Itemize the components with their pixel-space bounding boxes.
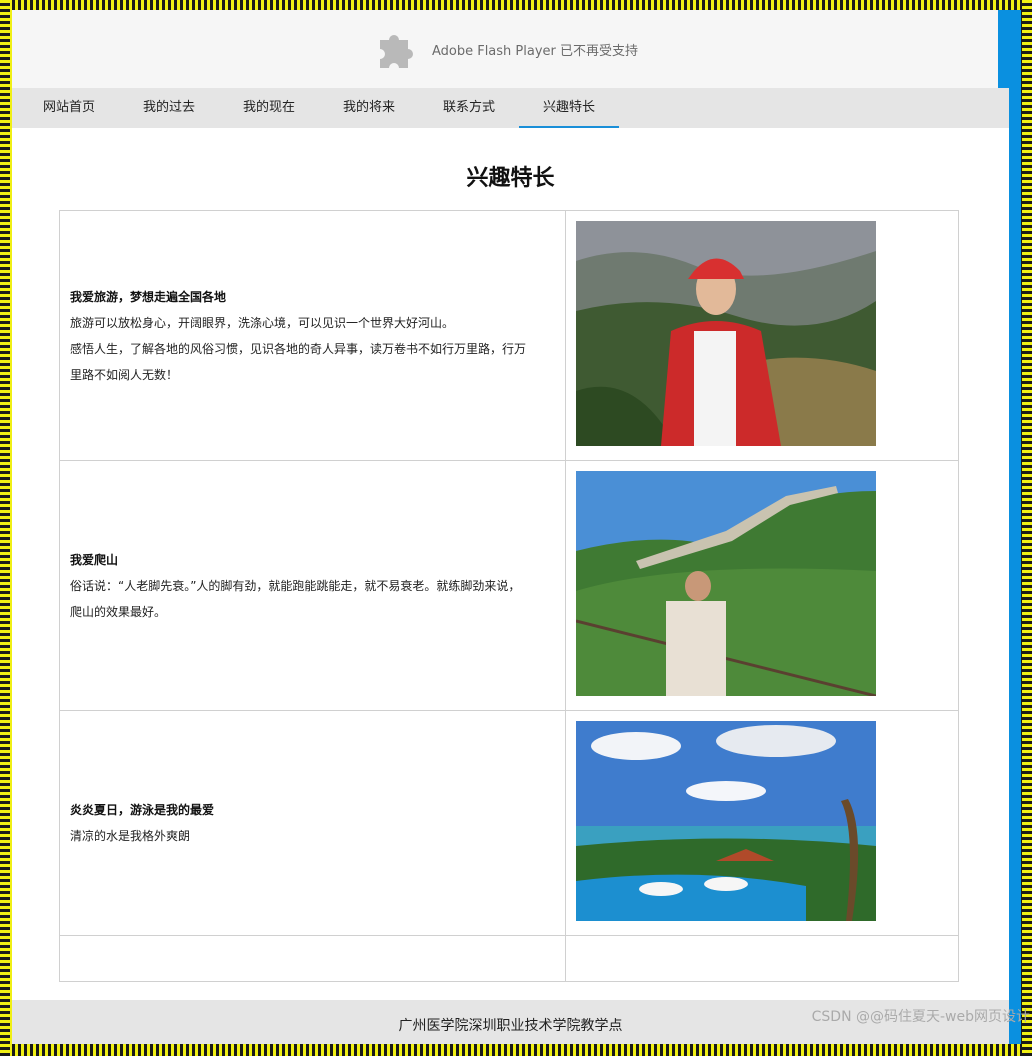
mountain-photo: [575, 221, 876, 446]
side-accent-bar-top: [998, 10, 1010, 88]
hobby-text-cell: 我爱旅游，梦想走遍全国各地 旅游可以放松身心，开阔眼界，洗涤心境，可以见识一个世…: [59, 210, 566, 461]
page-border-left: [0, 0, 10, 1056]
main-nav: 网站首页 我的过去 我的现在 我的将来 联系方式 兴趣特长: [12, 88, 1009, 128]
nav-item-contact[interactable]: 联系方式: [419, 88, 519, 128]
nav-item-past[interactable]: 我的过去: [119, 88, 219, 128]
hobby-text-line: 里路不如阅人无数！: [70, 367, 179, 382]
table-row: 炎炎夏日，游泳是我的最爱 清凉的水是我格外爽朗: [59, 710, 960, 936]
hobbies-table: 我爱旅游，梦想走遍全国各地 旅游可以放松身心，开阔眼界，洗涤心境，可以见识一个世…: [59, 210, 960, 982]
csdn-watermark: CSDN @@码住夏天-web网页设计: [811, 1009, 1030, 1025]
great-wall-photo: [575, 471, 877, 698]
nav-item-home[interactable]: 网站首页: [19, 88, 119, 128]
resort-pool-photo: [575, 721, 876, 921]
hobby-image-cell: [564, 710, 960, 936]
browser-frame: Adobe Flash Player 已不再受支持 网站首页 我的过去 我的现在…: [12, 10, 1009, 1044]
hobby-title: 我爱旅游，梦想走遍全国各地: [70, 289, 227, 304]
side-accent-bar: [1009, 10, 1021, 1044]
nav-item-present[interactable]: 我的现在: [219, 88, 319, 128]
hobby-image-cell: [564, 460, 960, 711]
hobby-text-cell: 炎炎夏日，游泳是我的最爱 清凉的水是我格外爽朗: [59, 710, 566, 936]
page-title: 兴趣特长: [466, 166, 555, 191]
hobby-title: 我爱爬山: [70, 552, 119, 567]
table-row: 我爱爬山 俗话说：“人老脚先衰。”人的脚有劲，就能跑能跳能走，就不易衰老。就练脚…: [59, 460, 960, 711]
hobby-text-line: 俗话说：“人老脚先衰。”人的脚有劲，就能跑能跳能走，就不易衰老。就练脚劲来说，: [70, 578, 521, 593]
flash-banner-text: Adobe Flash Player 已不再受支持: [431, 43, 639, 59]
nav-item-future[interactable]: 我的将来: [319, 88, 419, 128]
empty-cell: [59, 935, 566, 982]
hobby-text-line: 爬山的效果最好。: [70, 604, 167, 619]
plugin-puzzle-icon: [379, 35, 413, 68]
flash-unsupported-banner: Adobe Flash Player 已不再受支持: [12, 10, 998, 88]
hobby-image-cell: [564, 210, 960, 461]
table-row: 我爱旅游，梦想走遍全国各地 旅游可以放松身心，开阔眼界，洗涤心境，可以见识一个世…: [59, 210, 960, 461]
hobby-text-line: 旅游可以放松身心，开阔眼界，洗涤心境，可以见识一个世界大好河山。: [70, 315, 455, 330]
nav-item-hobbies[interactable]: 兴趣特长: [519, 88, 619, 128]
hobby-title: 炎炎夏日，游泳是我的最爱: [70, 803, 215, 817]
hobby-text-cell: 我爱爬山 俗话说：“人老脚先衰。”人的脚有劲，就能跑能跳能走，就不易衰老。就练脚…: [59, 460, 566, 711]
table-row-empty: [59, 935, 960, 982]
hobby-text-line: 清凉的水是我格外爽朗: [70, 829, 191, 843]
hobby-text-line: 感悟人生，了解各地的风俗习惯，见识各地的奇人异事，读万卷书不如行万里路，行万: [70, 341, 527, 356]
empty-cell: [564, 935, 960, 982]
page-border-right: [1022, 0, 1032, 1056]
